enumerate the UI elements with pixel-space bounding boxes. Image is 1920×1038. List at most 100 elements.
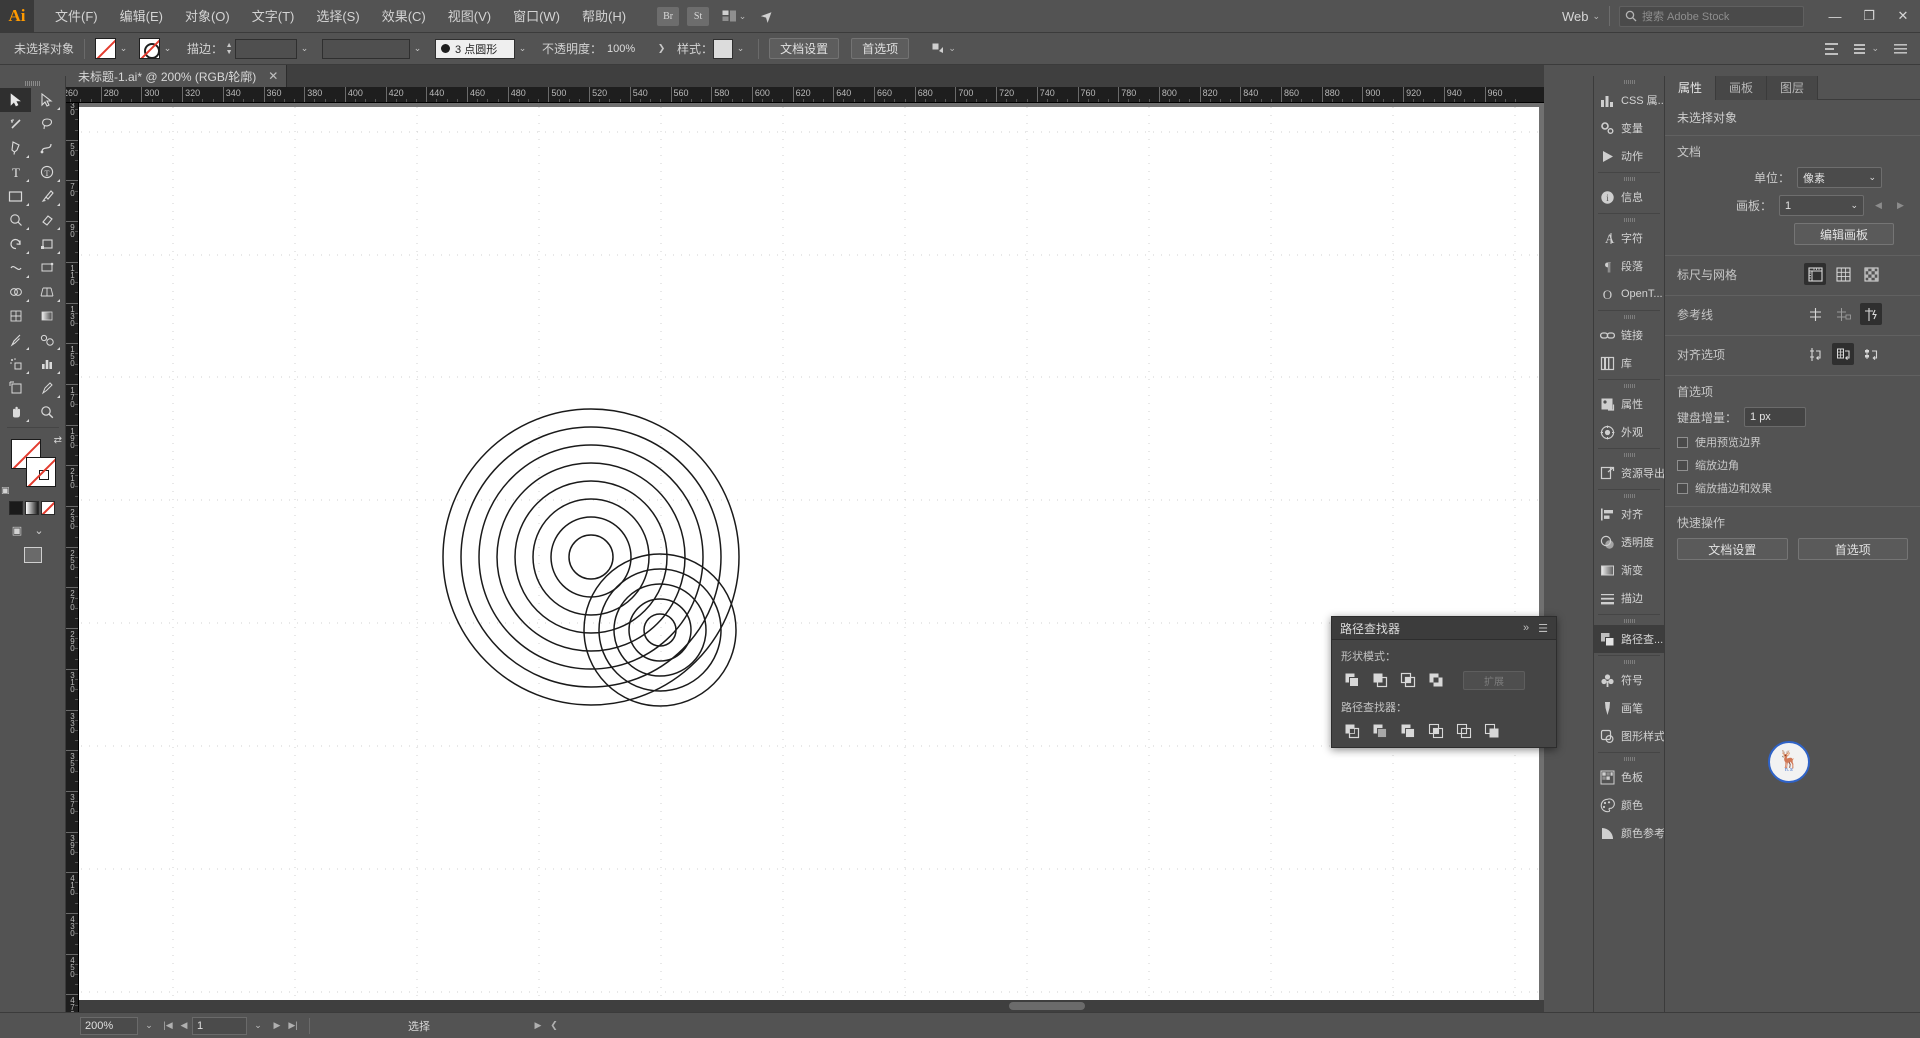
transform-chevron-icon[interactable]: ⌄: [1871, 43, 1879, 54]
tab-artboards[interactable]: 画板: [1716, 76, 1768, 100]
eraser-tool[interactable]: [31, 208, 62, 232]
dock-item-gradient[interactable]: 渐变: [1594, 556, 1664, 584]
dock-item-links[interactable]: 链接: [1594, 321, 1664, 349]
stroke-color-swatch[interactable]: [139, 38, 161, 59]
pen-tool[interactable]: [0, 136, 31, 160]
workspace-label[interactable]: Web: [1562, 9, 1593, 24]
touch-type-tool[interactable]: T: [31, 160, 62, 184]
dock-item-symbols[interactable]: 符号: [1594, 666, 1664, 694]
restore-button[interactable]: ❐: [1852, 0, 1886, 33]
snap-to-point-icon[interactable]: [1804, 343, 1826, 365]
prev-artboard-button[interactable]: ◀: [1871, 197, 1886, 215]
select-similar-chevron-icon[interactable]: ⌄: [948, 43, 956, 54]
dock-group-grip[interactable]: [1594, 658, 1664, 666]
units-select[interactable]: 像素 ⌄: [1797, 167, 1882, 188]
blend-tool[interactable]: [31, 328, 62, 352]
stock-icon[interactable]: St: [687, 6, 710, 26]
stroke-chevron-icon[interactable]: ⌄: [160, 38, 175, 59]
zoom-chevron-icon[interactable]: ⌄: [138, 1020, 160, 1031]
scale-corners-row[interactable]: 缩放边角: [1677, 457, 1908, 473]
use-preview-bounds-checkbox[interactable]: [1677, 436, 1688, 448]
artboard[interactable]: [79, 107, 1539, 1018]
symbol-sprayer-tool[interactable]: [0, 352, 31, 376]
divide-icon[interactable]: [1341, 721, 1363, 741]
screen-mode-chevron-icon[interactable]: ⌄: [31, 522, 47, 538]
dock-item-actions[interactable]: 动作: [1594, 142, 1664, 170]
canvas-area[interactable]: [79, 103, 1544, 1018]
next-artboard-button[interactable]: ▶: [1893, 197, 1908, 215]
status-play-icon[interactable]: ▶: [530, 1020, 546, 1031]
dock-item-appearance[interactable]: 外观: [1594, 418, 1664, 446]
dock-group-grip[interactable]: [1594, 382, 1664, 390]
show-transparency-grid-icon[interactable]: [1860, 263, 1882, 285]
page-chevron-icon[interactable]: ⌄: [247, 1020, 269, 1031]
type-tool[interactable]: T: [0, 160, 31, 184]
lock-guides-icon[interactable]: [1832, 303, 1854, 325]
select-similar-icon[interactable]: ⌄: [931, 39, 957, 59]
show-grid-icon[interactable]: [1832, 263, 1854, 285]
zoom-tool[interactable]: [31, 400, 62, 424]
shape-builder-tool[interactable]: [0, 280, 31, 304]
outline-icon[interactable]: [1453, 721, 1475, 741]
dock-item-asset-export[interactable]: 资源导出: [1594, 459, 1664, 487]
tools-panel-grip[interactable]: [0, 79, 65, 88]
brush-chevron-icon[interactable]: ⌄: [515, 38, 530, 59]
arrange-documents-icon[interactable]: ⌄: [721, 6, 747, 26]
slice-tool[interactable]: [31, 376, 62, 400]
merge-icon[interactable]: [1397, 721, 1419, 741]
brush-definition-field[interactable]: 3 点圆形: [435, 38, 516, 59]
snap-to-grid-icon[interactable]: [1832, 343, 1854, 365]
transform-panel-icon[interactable]: ⌄: [1853, 42, 1879, 56]
stroke-profile-chevron-icon[interactable]: ⌄: [410, 38, 425, 59]
dock-item-stroke[interactable]: 描边: [1594, 584, 1664, 612]
fill-color-swatch[interactable]: [95, 38, 117, 59]
gradient-button[interactable]: [25, 501, 39, 515]
crop-icon[interactable]: [1425, 721, 1447, 741]
magic-wand-tool[interactable]: [0, 112, 31, 136]
prev-page-icon[interactable]: ◀: [176, 1020, 192, 1031]
column-graph-tool[interactable]: [31, 352, 62, 376]
status-expand-icon[interactable]: ❮: [546, 1020, 562, 1031]
stroke-swatch-large[interactable]: [26, 457, 56, 487]
panel-menu-icon[interactable]: [1893, 42, 1908, 56]
pathfinder-tab-label[interactable]: 路径查找器: [1340, 620, 1400, 637]
drawing-mode-icon[interactable]: [23, 547, 42, 563]
dock-item-paragraph[interactable]: ¶ 段落: [1594, 252, 1664, 280]
search-input[interactable]: 搜索 Adobe Stock: [1619, 5, 1804, 27]
last-page-icon[interactable]: ▶|: [285, 1020, 301, 1031]
horizontal-scroll-thumb[interactable]: [1009, 1002, 1085, 1010]
gradient-tool[interactable]: [31, 304, 62, 328]
exclude-icon[interactable]: [1425, 670, 1447, 690]
paintbrush-tool[interactable]: [31, 184, 62, 208]
dock-item-swatches[interactable]: 色板: [1594, 763, 1664, 791]
dock-item-opentype[interactable]: O OpenT...: [1594, 280, 1664, 308]
use-preview-bounds-row[interactable]: 使用预览边界: [1677, 434, 1908, 450]
mesh-tool[interactable]: [0, 304, 31, 328]
dock-item-info[interactable]: i 信息: [1594, 183, 1664, 211]
graphic-style-swatch[interactable]: [713, 38, 734, 59]
tab-properties[interactable]: 属性: [1665, 76, 1717, 100]
expand-button[interactable]: 扩展: [1463, 670, 1525, 690]
next-page-icon[interactable]: ▶: [269, 1020, 285, 1031]
workspace-chevron-icon[interactable]: ⌄: [1592, 11, 1600, 22]
tab-layers[interactable]: 图层: [1767, 76, 1819, 100]
page-number-field[interactable]: 1: [192, 1016, 247, 1035]
artwork-outline[interactable]: [79, 107, 1539, 1018]
trim-icon[interactable]: [1369, 721, 1391, 741]
horizontal-scrollbar[interactable]: [79, 1000, 1544, 1012]
width-tool[interactable]: [0, 256, 31, 280]
dock-group-grip[interactable]: [1594, 755, 1664, 763]
stroke-weight-chevron-icon[interactable]: ⌄: [297, 38, 312, 59]
dock-item-pathfinder[interactable]: 路径查...: [1594, 625, 1664, 653]
menu-file[interactable]: 文件(F): [44, 0, 109, 33]
edit-artboards-button[interactable]: 编辑画板: [1794, 223, 1894, 245]
fill-chevron-icon[interactable]: ⌄: [116, 38, 131, 59]
menu-edit[interactable]: 编辑(E): [109, 0, 174, 33]
quick-document-setup-button[interactable]: 文档设置: [1677, 538, 1788, 560]
menu-view[interactable]: 视图(V): [437, 0, 502, 33]
dock-group-grip[interactable]: [1594, 175, 1664, 183]
scale-strokes-effects-checkbox[interactable]: [1677, 482, 1688, 494]
vertical-ruler[interactable]: 3 05 07 09 01 1 01 3 01 5 01 7 01 9 02 1…: [66, 103, 79, 1018]
dock-item-color[interactable]: 颜色: [1594, 791, 1664, 819]
default-fill-stroke-icon[interactable]: ▣: [1, 485, 10, 496]
